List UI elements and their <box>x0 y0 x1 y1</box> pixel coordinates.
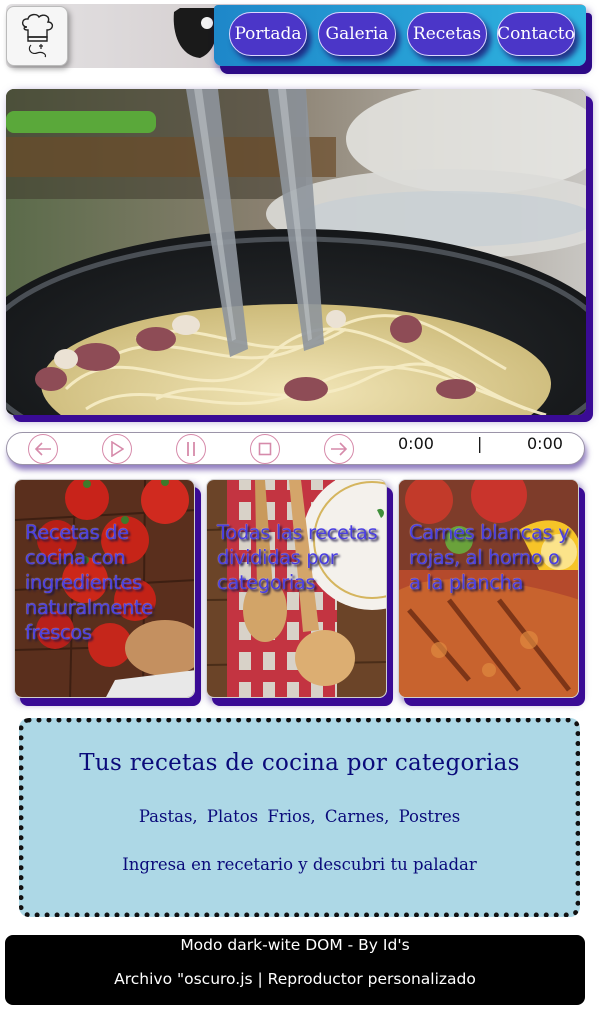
nav-contacto[interactable]: Contacto <box>497 12 575 56</box>
card-carnes[interactable]: Carnes blancas y rojas, al horno o a la … <box>398 479 579 698</box>
prev-button[interactable] <box>28 434 58 464</box>
nav-recetas[interactable]: Recetas <box>407 12 487 56</box>
time-separator: | <box>477 434 483 453</box>
categories-box: Tus recetas de cocina por categorias Pas… <box>19 718 580 917</box>
logo[interactable] <box>6 6 68 66</box>
categories-list: Pastas, Platos Frios, Carnes, Postres <box>138 807 461 826</box>
nav-portada[interactable]: Portada <box>229 12 307 56</box>
nav-galeria[interactable]: Galeria <box>318 12 396 56</box>
play-button[interactable] <box>102 434 132 464</box>
card-categorias-text: Todas las recetas divididas por categori… <box>217 521 378 594</box>
footer-line-2: Archivo "oscuro.js | Reproductor persona… <box>114 970 476 988</box>
footer: Modo dark-wite DOM - By Id's Archivo "os… <box>5 935 585 1005</box>
card-ingredientes-text: Recetas de cocina con ingredientes natur… <box>25 521 153 644</box>
card-carnes-text: Carnes blancas y rojas, al horno o a la … <box>409 521 570 594</box>
stop-button[interactable] <box>250 434 280 464</box>
footer-line-1: Modo dark-wite DOM - By Id's <box>180 936 410 954</box>
next-icon <box>331 442 348 456</box>
pause-icon <box>187 442 195 456</box>
categories-subtitle: Ingresa en recetario y descubri tu palad… <box>122 855 477 874</box>
card-ingredientes[interactable]: Recetas de cocina con ingredientes natur… <box>14 479 195 698</box>
categories-title: Tus recetas de cocina por categorias <box>79 750 520 776</box>
main-nav: Portada Galeria Recetas Contacto <box>214 5 586 66</box>
play-icon <box>111 441 124 457</box>
media-player: 0:00 | 0:00 <box>6 432 585 465</box>
next-button[interactable] <box>324 434 354 464</box>
current-time: 0:00 <box>398 434 434 453</box>
pause-button[interactable] <box>176 434 206 464</box>
prev-icon <box>34 442 51 456</box>
stop-icon <box>258 442 272 456</box>
chef-hat-icon <box>21 13 54 58</box>
duration: 0:00 <box>527 434 563 453</box>
hero-video[interactable] <box>6 89 586 415</box>
pasta-pan-image <box>6 89 586 415</box>
card-categorias[interactable]: Todas las recetas divididas por categori… <box>206 479 387 698</box>
